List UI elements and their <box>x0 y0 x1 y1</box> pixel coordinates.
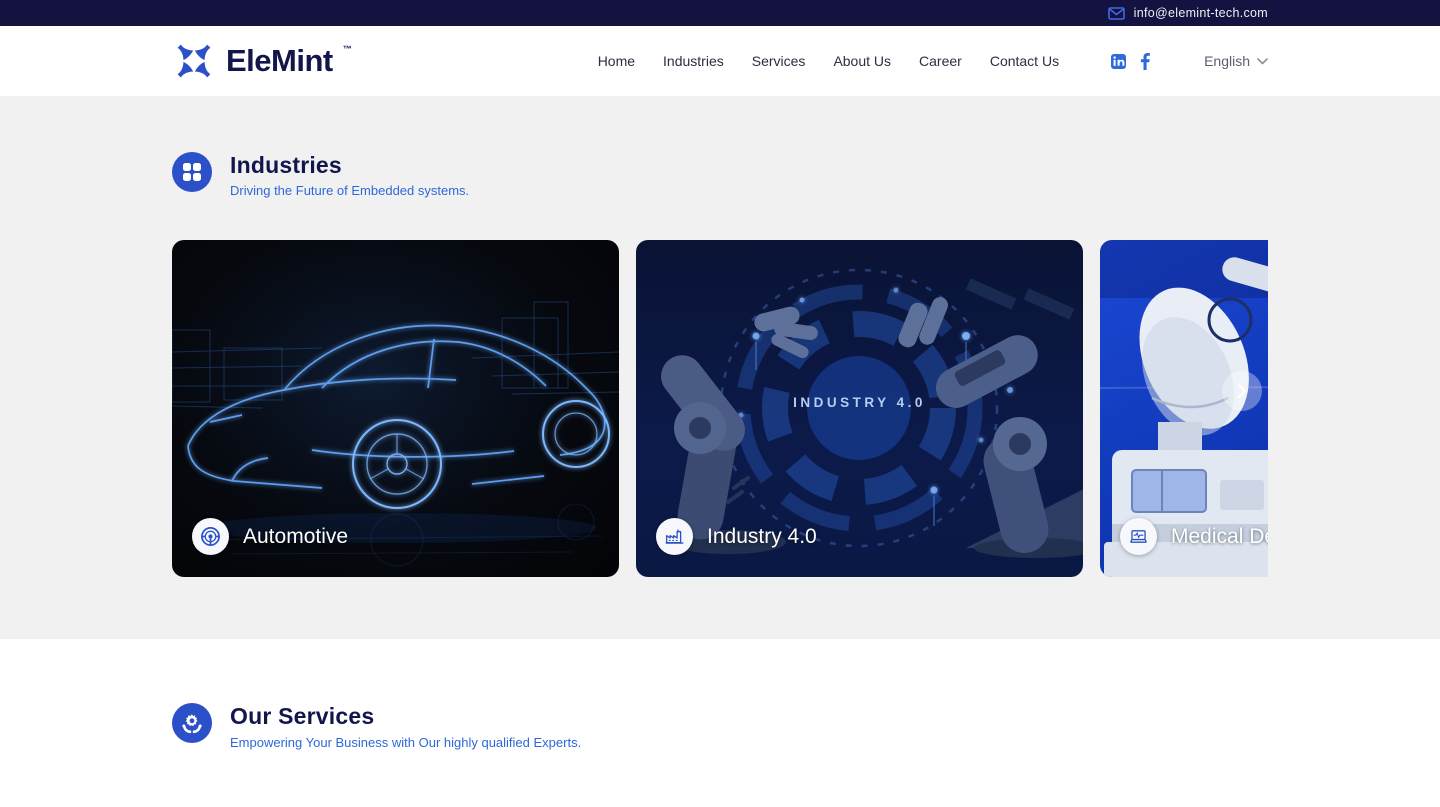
linkedin-icon[interactable] <box>1111 54 1126 69</box>
email-text: info@elemint-tech.com <box>1134 6 1268 20</box>
card-industry-4-0[interactable]: INDUSTRY 4.0 Indust <box>636 240 1083 577</box>
chevron-right-icon <box>1234 383 1250 399</box>
medical-card-label: Medical Devices <box>1120 518 1268 555</box>
automotive-card-label: Automotive <box>192 518 348 555</box>
language-selector[interactable]: English <box>1204 53 1268 69</box>
industries-title: Industries <box>230 152 469 178</box>
trademark-symbol: ™ <box>343 44 352 54</box>
services-section-head: Our Services Empowering Your Business wi… <box>172 703 1268 749</box>
social-links <box>1111 53 1150 70</box>
industry-overlay-text: INDUSTRY 4.0 <box>636 395 1083 410</box>
nav-contact-us[interactable]: Contact Us <box>990 53 1059 69</box>
nav-industries[interactable]: Industries <box>663 53 724 69</box>
nav-home[interactable]: Home <box>598 53 635 69</box>
industry-card-label: Industry 4.0 <box>656 518 817 555</box>
services-subtitle: Empowering Your Business with Our highly… <box>230 735 581 750</box>
topbar: info@elemint-tech.com <box>0 0 1440 26</box>
industries-grid-icon <box>172 152 212 192</box>
logo-mark-icon <box>172 39 216 83</box>
facebook-icon[interactable] <box>1140 53 1150 70</box>
industries-carousel: Automotive <box>172 240 1268 577</box>
logo[interactable]: EleMint ™ <box>172 39 352 83</box>
nav-career[interactable]: Career <box>919 53 962 69</box>
language-label: English <box>1204 53 1250 69</box>
industries-subtitle: Driving the Future of Embedded systems. <box>230 183 469 198</box>
medical-monitor-icon <box>1120 518 1157 555</box>
hands-gear-icon <box>172 703 212 743</box>
envelope-icon <box>1108 7 1125 20</box>
carousel-track: Automotive <box>172 240 1268 577</box>
main-nav: Home Industries Services About Us Career… <box>598 53 1059 69</box>
brand-name: EleMint <box>226 39 333 83</box>
factory-icon <box>656 518 693 555</box>
nav-about-us[interactable]: About Us <box>833 53 891 69</box>
services-section: Our Services Empowering Your Business wi… <box>0 639 1440 807</box>
industries-section-head: Industries Driving the Future of Embedde… <box>172 152 1268 198</box>
contact-email-link[interactable]: info@elemint-tech.com <box>1108 6 1268 20</box>
services-title: Our Services <box>230 703 581 729</box>
nav-services[interactable]: Services <box>752 53 806 69</box>
card-automotive[interactable]: Automotive <box>172 240 619 577</box>
industries-section: Industries Driving the Future of Embedde… <box>0 96 1440 639</box>
site-header: EleMint ™ Home Industries Services About… <box>0 26 1440 96</box>
steering-wheel-icon <box>192 518 229 555</box>
chevron-down-icon <box>1257 58 1268 65</box>
